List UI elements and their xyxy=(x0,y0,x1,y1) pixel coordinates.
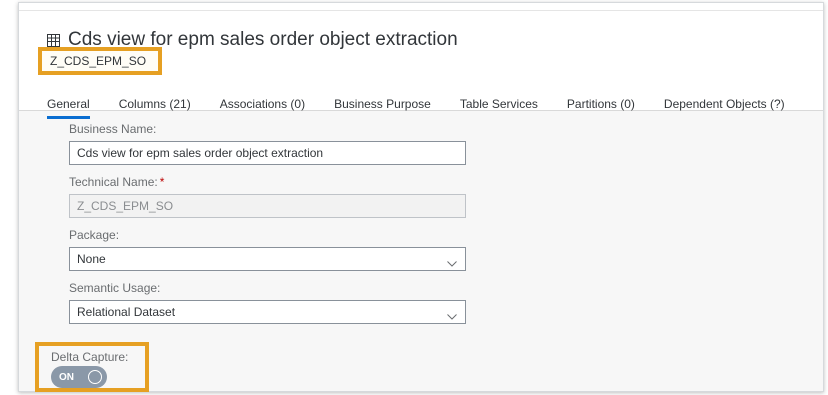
business-name-group: Business Name: Cds view for epm sales or… xyxy=(69,121,466,165)
semantic-usage-group: Semantic Usage: Relational Dataset xyxy=(69,280,466,324)
technical-id-highlight: Z_CDS_EPM_SO xyxy=(38,47,162,75)
semantic-usage-select[interactable]: Relational Dataset xyxy=(69,300,466,324)
technical-name-label: Technical Name: xyxy=(69,175,158,189)
semantic-usage-value: Relational Dataset xyxy=(77,305,176,319)
chevron-down-icon xyxy=(447,256,457,267)
tab-dependent-objects[interactable]: Dependent Objects (?) xyxy=(664,95,785,119)
package-group: Package: None xyxy=(69,227,466,271)
tab-columns[interactable]: Columns (21) xyxy=(119,95,191,119)
required-marker: * xyxy=(159,175,165,189)
technical-id-label: Z_CDS_EPM_SO xyxy=(50,54,147,68)
top-strip xyxy=(19,3,823,11)
package-select[interactable]: None xyxy=(69,247,466,271)
technical-name-label-row: Technical Name: * xyxy=(69,174,466,190)
chevron-down-icon xyxy=(447,309,457,320)
package-label: Package: xyxy=(69,228,120,242)
business-name-input[interactable]: Cds view for epm sales order object extr… xyxy=(69,141,466,165)
table-icon xyxy=(47,33,60,47)
delta-capture-toggle[interactable]: ON xyxy=(51,366,107,388)
delta-capture-highlight: Delta Capture: ON xyxy=(35,342,149,392)
tab-associations[interactable]: Associations (0) xyxy=(220,95,305,119)
toggle-state-text: ON xyxy=(59,371,74,383)
general-form: Business Name: Cds view for epm sales or… xyxy=(69,121,466,324)
tab-general[interactable]: General xyxy=(47,95,90,119)
technical-name-input: Z_CDS_EPM_SO xyxy=(69,194,466,218)
package-value: None xyxy=(77,252,106,266)
tab-bar: General Columns (21) Associations (0) Bu… xyxy=(47,95,814,119)
toggle-knob-icon xyxy=(88,370,102,384)
tab-table-services[interactable]: Table Services xyxy=(460,95,538,119)
tab-partitions[interactable]: Partitions (0) xyxy=(567,95,635,119)
tab-business-purpose[interactable]: Business Purpose xyxy=(334,95,431,119)
business-name-label: Business Name: xyxy=(69,122,157,136)
semantic-usage-label: Semantic Usage: xyxy=(69,281,161,295)
technical-name-group: Technical Name: * Z_CDS_EPM_SO xyxy=(69,174,466,218)
delta-capture-label: Delta Capture: xyxy=(51,350,129,364)
